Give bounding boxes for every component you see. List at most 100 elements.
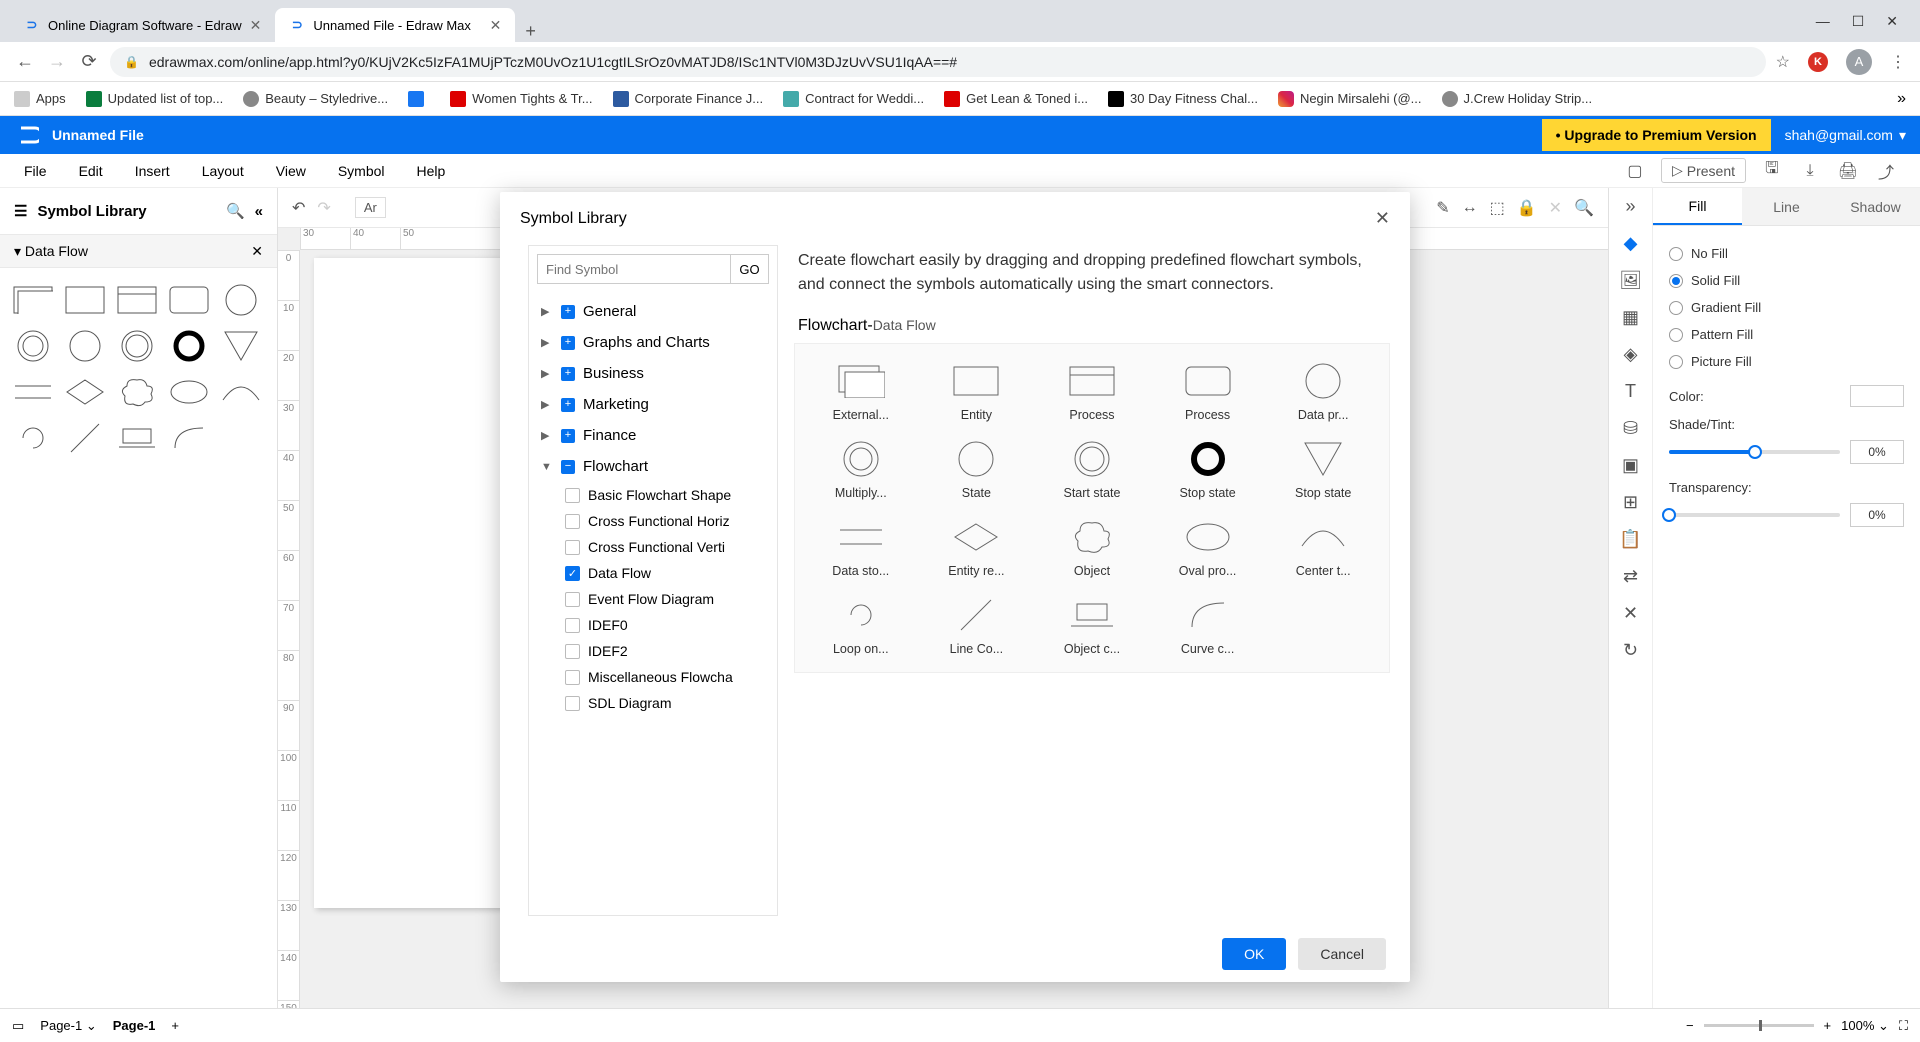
shape-entityrel[interactable] [60,370,110,414]
symbol-process2[interactable]: Process [1152,354,1264,428]
cancel-button[interactable]: Cancel [1298,938,1386,970]
close-window-icon[interactable]: ✕ [1886,13,1898,30]
symbol-search-input[interactable] [537,254,730,284]
subcategory-item[interactable]: Basic Flowchart Shape [535,482,771,508]
shape-external[interactable] [8,278,58,322]
shade-value[interactable]: 0% [1850,440,1904,464]
symbol-objectc[interactable]: Object c... [1036,588,1148,662]
subcategory-item[interactable]: Event Flow Diagram [535,586,771,612]
picture-tool-icon[interactable]: ▣ [1622,455,1639,476]
subcategory-item[interactable]: Cross Functional Verti [535,534,771,560]
bookmark-item[interactable]: J.Crew Holiday Strip... [1442,91,1593,107]
checkbox[interactable] [565,644,580,659]
add-page-button[interactable]: + [171,1018,179,1033]
fill-option-picture[interactable]: Picture Fill [1669,348,1904,375]
minimize-icon[interactable]: — [1816,13,1830,30]
subcategory-item[interactable]: IDEF0 [535,612,771,638]
bookmark-item[interactable]: Beauty – Styledrive... [243,91,388,107]
symbol-multiply[interactable]: Multiply... [805,432,917,506]
back-icon[interactable]: ← [14,51,36,72]
lock-icon[interactable]: 🔒 [1517,198,1537,218]
print-icon[interactable]: 🖨 [1836,161,1860,181]
shape-line[interactable] [60,416,110,460]
user-menu[interactable]: shah@gmail.com▾ [1771,127,1920,144]
symbol-process[interactable]: Process [1036,354,1148,428]
menu-edit[interactable]: Edit [63,163,119,179]
present-button[interactable]: ▷Present [1661,158,1746,183]
bookmarks-overflow-icon[interactable]: » [1897,90,1906,108]
pen-icon[interactable]: ✎ [1436,198,1449,218]
url-input[interactable]: 🔒 edrawmax.com/online/app.html?y0/KUjV2K… [110,47,1766,77]
category-finance[interactable]: ▶Finance [535,420,771,451]
history-tool-icon[interactable]: ↻ [1623,640,1638,661]
go-button[interactable]: GO [730,254,769,284]
shape-oval[interactable] [164,370,214,414]
checkbox[interactable] [565,618,580,633]
shade-slider[interactable] [1669,450,1840,454]
symbol-line[interactable]: Line Co... [921,588,1033,662]
category-graphs[interactable]: ▶Graphs and Charts [535,327,771,358]
checkbox[interactable] [565,696,580,711]
shape-process[interactable] [112,278,162,322]
subcategory-item[interactable]: Data Flow [535,560,771,586]
checkbox[interactable] [565,488,580,503]
close-icon[interactable]: ✕ [250,17,262,34]
shape-stop2[interactable] [216,324,266,368]
shape-loop[interactable] [8,416,58,460]
subcategory-item[interactable]: Miscellaneous Flowcha [535,664,771,690]
find-icon[interactable]: 🔍 [1574,198,1594,218]
close-icon[interactable]: ✕ [490,17,502,34]
shuffle-tool-icon[interactable]: ✕ [1623,603,1638,624]
transfer-tool-icon[interactable]: ⇄ [1623,566,1638,587]
transparency-value[interactable]: 0% [1850,503,1904,527]
subcategory-item[interactable]: IDEF2 [535,638,771,664]
shape-datastore[interactable] [8,370,58,414]
profile-avatar[interactable]: A [1846,49,1872,75]
shape-stop[interactable] [164,324,214,368]
menu-view[interactable]: View [260,163,322,179]
database-tool-icon[interactable]: ⛁ [1623,418,1638,439]
image-tool-icon[interactable]: 🖼 [1619,270,1642,291]
tab-fill[interactable]: Fill [1653,188,1742,225]
new-tab-button[interactable]: + [515,21,546,42]
checkbox[interactable] [565,592,580,607]
symbol-oval[interactable]: Oval pro... [1152,510,1264,584]
shape-entity[interactable] [60,278,110,322]
checkbox-checked[interactable] [565,566,580,581]
menu-insert[interactable]: Insert [119,163,186,179]
zoom-in-button[interactable]: + [1824,1018,1832,1033]
extension-icon[interactable]: K [1808,52,1828,72]
menu-help[interactable]: Help [401,163,462,179]
fill-tool-icon[interactable]: ◆ [1624,233,1638,254]
shape-dataprocess[interactable] [216,278,266,322]
clipboard-tool-icon[interactable]: 📋 [1619,529,1641,550]
shape-objectc[interactable] [112,416,162,460]
search-icon[interactable]: 🔍 [226,202,245,220]
checkbox[interactable] [565,514,580,529]
category-flowchart[interactable]: ▼Flowchart [535,451,771,482]
symbol-dataprocess[interactable]: Data pr... [1267,354,1379,428]
bookmark-item[interactable]: Negin Mirsalehi (@... [1278,91,1422,107]
pages-icon[interactable]: ▭ [12,1018,24,1034]
bookmark-item[interactable]: Women Tights & Tr... [450,91,592,107]
browser-tab[interactable]: ⊃Online Diagram Software - Edraw ✕ [10,8,275,42]
kebab-menu-icon[interactable]: ⋮ [1890,52,1906,72]
tab-line[interactable]: Line [1742,188,1831,225]
ok-button[interactable]: OK [1222,938,1286,970]
checkbox[interactable] [565,540,580,555]
symbol-stop2[interactable]: Stop state [1267,432,1379,506]
expand-icon[interactable]: » [1625,196,1635,217]
bookmark-item[interactable]: Apps [14,91,66,107]
category-header[interactable]: ▾ Data Flow ✕ [0,234,277,268]
shape-multiply[interactable] [8,324,58,368]
zoom-out-button[interactable]: − [1686,1018,1694,1033]
bookmark-item[interactable] [408,91,430,107]
shape-object[interactable] [112,370,162,414]
checkbox[interactable] [565,670,580,685]
fill-option-nofill[interactable]: No Fill [1669,240,1904,267]
reload-icon[interactable]: ⟳ [78,51,100,72]
menu-symbol[interactable]: Symbol [322,163,401,179]
symbol-start[interactable]: Start state [1036,432,1148,506]
undo-icon[interactable]: ↶ [292,198,305,218]
shape-curve[interactable] [164,416,214,460]
